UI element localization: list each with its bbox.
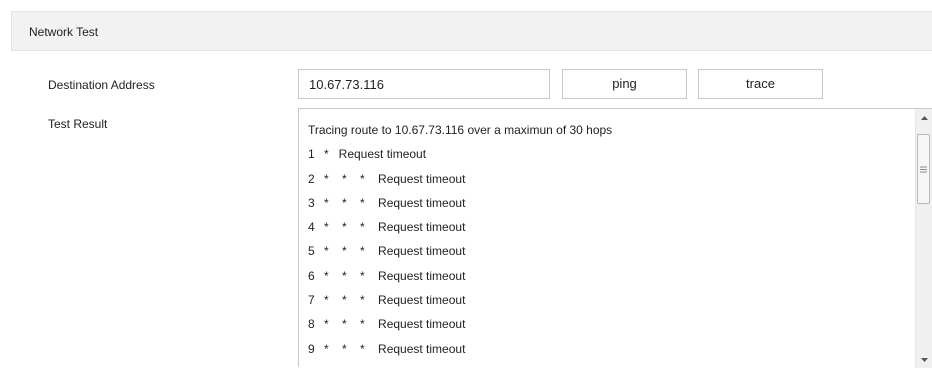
scroll-down-arrow-icon[interactable] — [916, 351, 932, 368]
hop-stars: * * * — [324, 317, 379, 332]
hop-stars: * * * — [324, 244, 379, 259]
result-content: Tracing route to 10.67.73.116 over a max… — [308, 122, 908, 365]
hop-status-text: Request timeout — [378, 195, 466, 210]
destination-address-label: Destination Address — [48, 78, 155, 92]
test-result-textarea[interactable]: Tracing route to 10.67.73.116 over a max… — [298, 108, 932, 368]
hop-stars: * * * — [324, 195, 379, 210]
hop-stars: * * * — [324, 341, 379, 356]
panel-title: Network Test — [29, 25, 99, 39]
hop-number: 7 — [308, 293, 315, 308]
hop-stars: * * * — [324, 268, 379, 283]
hop-status-text: Request timeout — [378, 220, 466, 235]
hop-number: 3 — [308, 195, 315, 210]
scroll-thumb[interactable] — [917, 134, 930, 204]
hop-status-text: Request timeout — [378, 341, 466, 356]
result-hop-line: 6 * * * Request timeout — [308, 268, 908, 292]
result-hop-line: 5 * * * Request timeout — [308, 243, 908, 267]
hop-status-text: Request timeout — [378, 244, 466, 259]
scroll-up-arrow-icon[interactable] — [916, 109, 932, 126]
hop-number: 1 — [308, 147, 315, 162]
ping-button[interactable]: ping — [562, 69, 687, 99]
grip-icon — [920, 166, 927, 172]
hop-number: 4 — [308, 220, 315, 235]
hop-status-text: Request timeout — [378, 171, 466, 186]
result-hop-line: 2 * * * Request timeout — [308, 171, 908, 195]
panel-header: Network Test — [11, 11, 932, 51]
result-hop-line: 3 * * * Request timeout — [308, 195, 908, 219]
test-result-label: Test Result — [48, 117, 108, 131]
hop-stars: * — [324, 147, 339, 162]
hop-number: 6 — [308, 268, 315, 283]
hop-stars: * * * — [324, 293, 379, 308]
vertical-scrollbar[interactable] — [915, 109, 932, 368]
result-hop-line: 9 * * * Request timeout — [308, 341, 908, 365]
result-hop-line: 4 * * * Request timeout — [308, 219, 908, 243]
trace-button[interactable]: trace — [698, 69, 823, 99]
destination-address-input[interactable] — [298, 69, 550, 99]
hop-number: 2 — [308, 171, 315, 186]
result-hop-line: 8 * * * Request timeout — [308, 316, 908, 340]
result-hop-line: 7 * * * Request timeout — [308, 292, 908, 316]
result-header-line: Tracing route to 10.67.73.116 over a max… — [308, 123, 613, 137]
hop-status-text: Request timeout — [378, 317, 466, 332]
hop-number: 5 — [308, 244, 315, 259]
hop-status-text: Request timeout — [338, 147, 427, 162]
hop-status-text: Request timeout — [378, 268, 466, 283]
hop-stars: * * * — [324, 171, 379, 186]
result-hop-line: 1 * Request timeout — [308, 146, 908, 170]
hop-status-text: Request timeout — [378, 293, 466, 308]
hop-number: 8 — [308, 317, 315, 332]
hop-number: 9 — [308, 341, 315, 356]
hop-stars: * * * — [324, 220, 379, 235]
